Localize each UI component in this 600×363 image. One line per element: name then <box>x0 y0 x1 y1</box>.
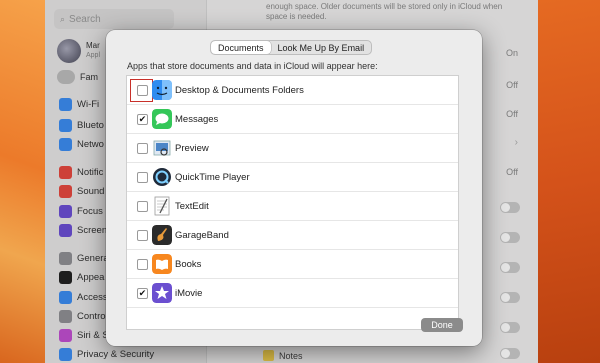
tab-documents[interactable]: Documents <box>211 41 271 54</box>
textedit-icon <box>152 196 172 216</box>
list-item: ✔ Messages <box>127 105 458 134</box>
list-item: TextEdit <box>127 192 458 221</box>
app-name: Preview <box>175 142 209 154</box>
checkbox[interactable] <box>137 229 148 241</box>
checkbox[interactable] <box>137 84 148 96</box>
preview-icon <box>152 138 172 158</box>
app-name: QuickTime Player <box>175 171 250 183</box>
segmented-control: Documents Look Me Up By Email <box>210 40 373 55</box>
checkbox[interactable] <box>137 200 148 212</box>
desktop-wallpaper-left <box>0 0 45 363</box>
messages-icon <box>152 109 172 129</box>
checkbox[interactable] <box>137 258 148 270</box>
app-name: Desktop & Documents Folders <box>175 84 304 96</box>
app-name: iMovie <box>175 287 203 299</box>
finder-icon <box>152 80 172 100</box>
checkbox[interactable]: ✔ <box>137 287 148 299</box>
garageband-icon <box>152 225 172 245</box>
done-button[interactable]: Done <box>421 318 463 332</box>
icloud-drive-options-sheet: Documents Look Me Up By Email Apps that … <box>106 30 482 346</box>
list-item: ✔ iMovie <box>127 279 458 308</box>
checkbox[interactable] <box>137 171 148 183</box>
list-item: QuickTime Player <box>127 163 458 192</box>
books-icon <box>152 254 172 274</box>
list-item: GarageBand <box>127 221 458 250</box>
desktop-wallpaper-right <box>538 0 600 363</box>
tab-look-me-up-by-email[interactable]: Look Me Up By Email <box>271 41 372 54</box>
list-item: Books <box>127 250 458 279</box>
checkbox[interactable]: ✔ <box>137 113 148 125</box>
apps-list: Desktop & Documents Folders ✔ Messages P… <box>126 75 459 330</box>
app-name: GarageBand <box>175 229 229 241</box>
list-item: Preview <box>127 134 458 163</box>
app-name: Books <box>175 258 202 270</box>
app-name: TextEdit <box>175 200 209 212</box>
quicktime-icon <box>152 167 172 187</box>
sheet-description: Apps that store documents and data in iC… <box>127 61 378 71</box>
list-item: Desktop & Documents Folders <box>127 76 458 105</box>
app-name: Messages <box>175 113 219 125</box>
checkbox[interactable] <box>137 142 148 154</box>
imovie-icon <box>152 283 172 303</box>
